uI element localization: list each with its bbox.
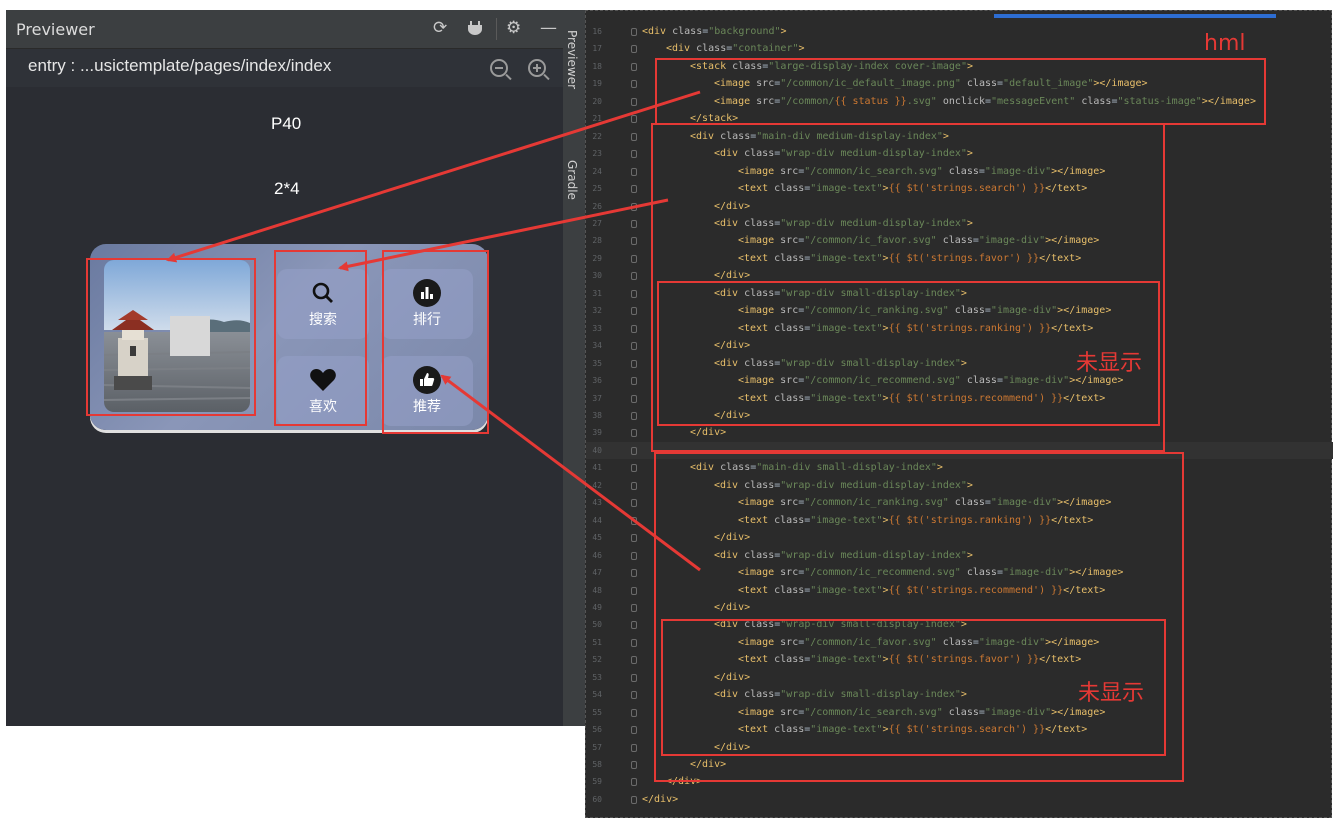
arrow-to-cover (166, 90, 701, 263)
arrow-to-column-1 (338, 198, 669, 272)
arrow-to-column-2 (440, 374, 701, 572)
